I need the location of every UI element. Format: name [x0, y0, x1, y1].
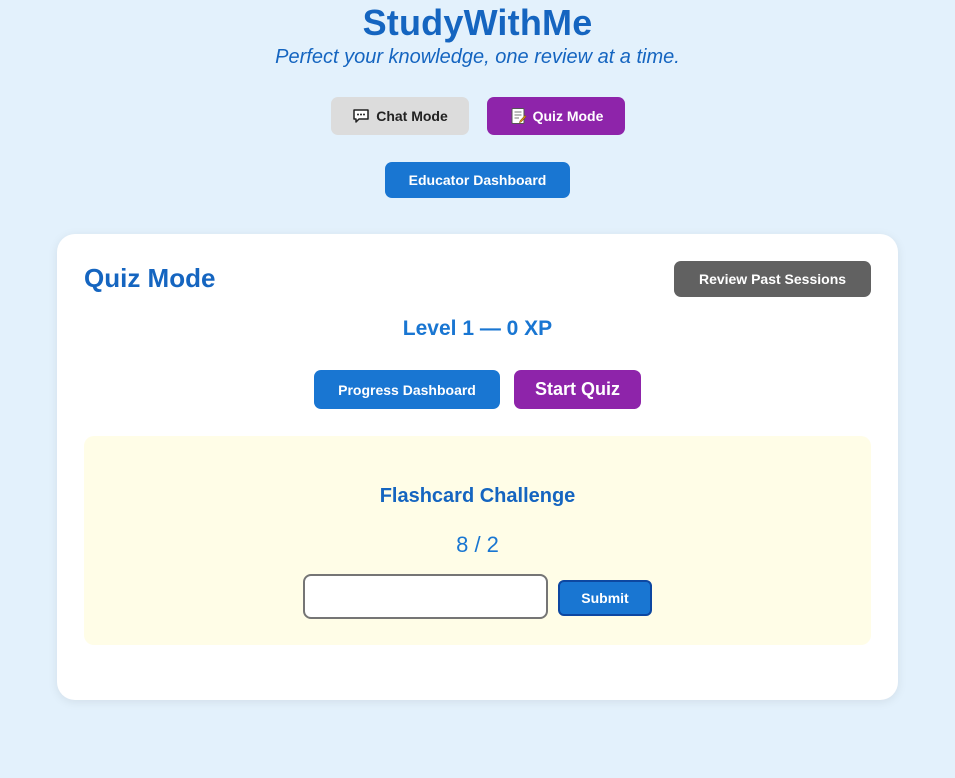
flashcard-panel: Flashcard Challenge 8 / 2 Submit — [84, 436, 871, 645]
quiz-card: Quiz Mode Review Past Sessions Level 1 —… — [57, 234, 898, 700]
memo-icon — [509, 107, 527, 125]
answer-input[interactable] — [303, 574, 548, 619]
start-quiz-button[interactable]: Start Quiz — [514, 370, 641, 409]
review-past-sessions-button[interactable]: Review Past Sessions — [674, 261, 871, 297]
chat-mode-label: Chat Mode — [376, 108, 448, 124]
flashcard-title: Flashcard Challenge — [379, 485, 576, 507]
submit-button[interactable]: Submit — [558, 580, 652, 616]
flashcard-question: 8 / 2 — [456, 532, 499, 557]
level-xp-display: Level 1 — 0 XP — [402, 317, 553, 340]
quiz-mode-label: Quiz Mode — [532, 108, 604, 124]
app-title: StudyWithMe — [362, 2, 593, 43]
progress-dashboard-button[interactable]: Progress Dashboard — [314, 370, 500, 409]
educator-dashboard-button[interactable]: Educator Dashboard — [385, 162, 570, 198]
quiz-card-title: Quiz Mode — [84, 263, 216, 293]
page: StudyWithMe Perfect your knowledge, one … — [0, 0, 955, 778]
tagline: Perfect your knowledge, one review at a … — [275, 46, 680, 68]
chat-mode-button[interactable]: Chat Mode — [331, 97, 469, 135]
speech-bubble-icon — [352, 107, 370, 125]
quiz-mode-button[interactable]: Quiz Mode — [487, 97, 625, 135]
